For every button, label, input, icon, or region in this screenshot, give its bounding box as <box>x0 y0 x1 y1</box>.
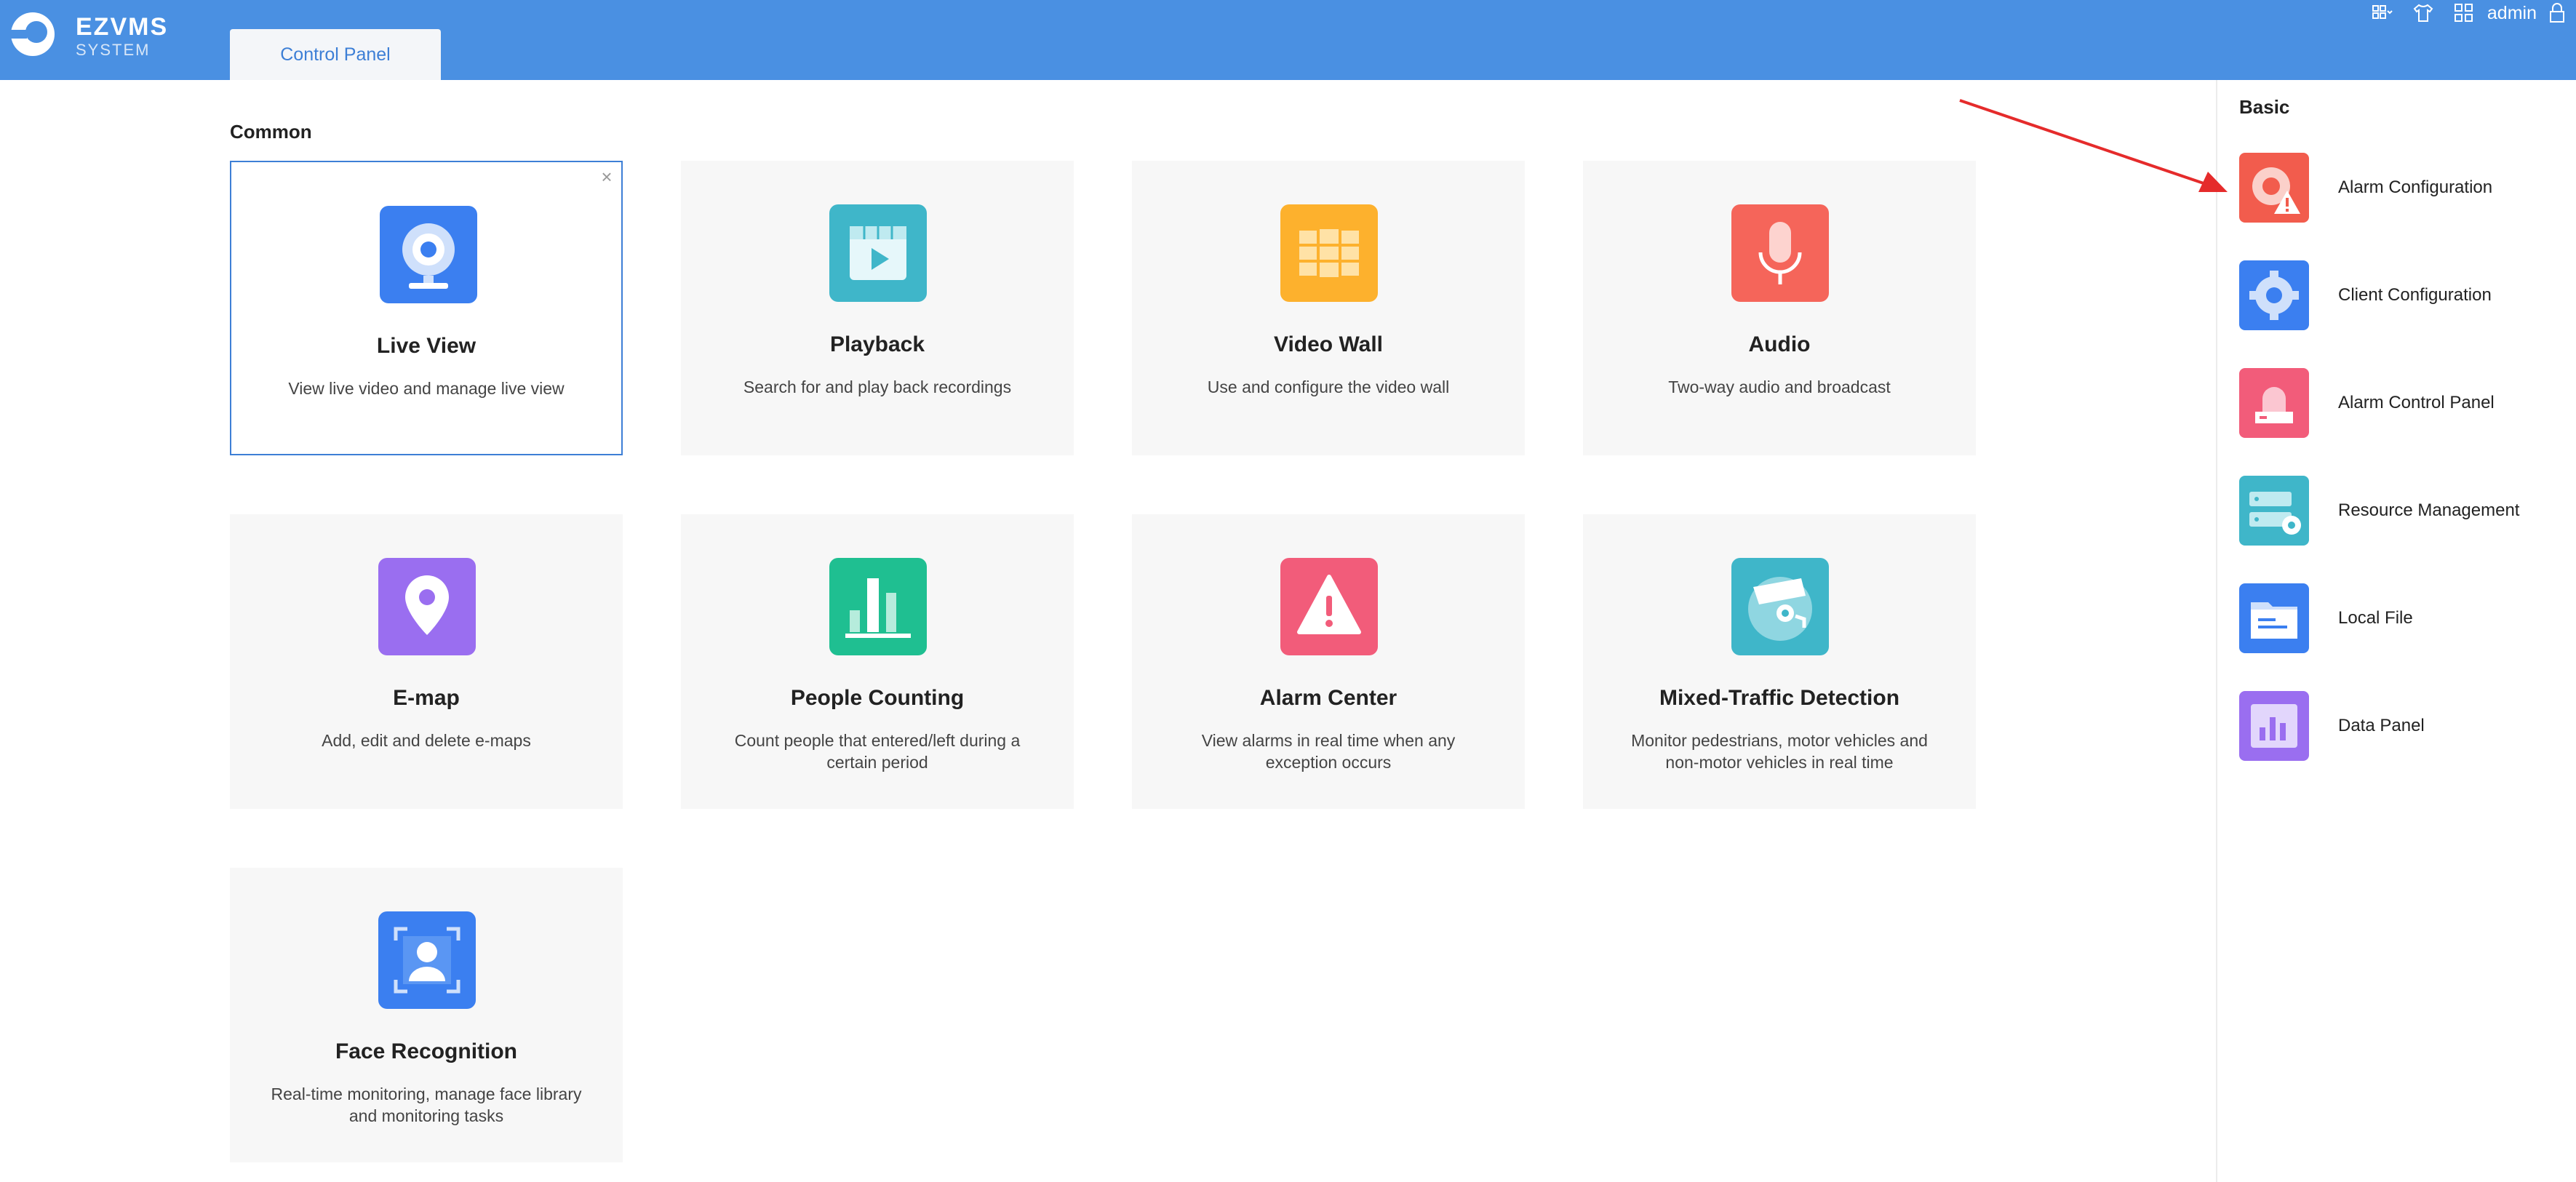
basic-item-client-configuration[interactable]: Client Configuration <box>2239 259 2567 332</box>
card-description: Search for and play back recordings <box>743 378 1012 396</box>
card-description: Monitor pedestrians, motor vehicles and … <box>1631 731 1928 772</box>
alarm-panel-icon <box>2239 368 2309 438</box>
card-description: Real-time monitoring, manage face librar… <box>271 1085 582 1125</box>
basic-item-label: Local File <box>2338 608 2413 628</box>
brand: EZVMS SYSTEM <box>76 13 168 60</box>
close-icon[interactable]: × <box>598 167 615 186</box>
card-description: View alarms in real time when any except… <box>1201 731 1456 772</box>
card-playback[interactable]: Playback Search for and play back record… <box>681 161 1074 455</box>
alarm-config-icon <box>2239 153 2309 223</box>
card-title: Alarm Center <box>1259 686 1397 710</box>
microphone-icon <box>1731 204 1829 302</box>
playback-icon <box>829 204 927 302</box>
basic-panel-title: Basic <box>2239 96 2290 118</box>
basic-item-alarm-control-panel[interactable]: Alarm Control Panel <box>2239 367 2567 439</box>
card-mixed-traffic-detection[interactable]: Mixed-Traffic Detection Monitor pedestri… <box>1583 514 1976 809</box>
layout-icon[interactable] <box>2449 1 2479 25</box>
card-face-recognition[interactable]: Face Recognition Real-time monitoring, m… <box>230 868 623 1162</box>
annotation-arrow-icon <box>1959 99 2228 192</box>
face-icon <box>378 911 476 1009</box>
basic-item-label: Alarm Control Panel <box>2338 393 2495 412</box>
user-name[interactable]: admin <box>2487 3 2537 24</box>
basic-item-local-file[interactable]: Local File <box>2239 582 2567 655</box>
card-live-view[interactable]: × Live View View live video and manage l… <box>230 161 623 455</box>
card-description: View live video and manage live view <box>288 379 565 398</box>
basic-item-label: Alarm Configuration <box>2338 177 2493 197</box>
card-alarm-center[interactable]: Alarm Center View alarms in real time wh… <box>1132 514 1525 809</box>
card-title: Video Wall <box>1273 332 1384 356</box>
card-title: People Counting <box>790 686 965 710</box>
basic-item-label: Client Configuration <box>2338 285 2492 305</box>
card-description: Add, edit and delete e-maps <box>322 731 531 750</box>
card-title: Mixed-Traffic Detection <box>1659 686 1900 710</box>
logo-icon <box>11 12 55 56</box>
lock-icon[interactable] <box>2548 2 2566 24</box>
card-title: Playback <box>829 332 925 356</box>
card-people-counting[interactable]: People Counting Count people that entere… <box>681 514 1074 809</box>
folder-icon <box>2239 583 2309 653</box>
basic-panel: Basic Alarm Configuration Client Configu… <box>2216 80 2576 1182</box>
card-e-map[interactable]: E-map Add, edit and delete e-maps <box>230 514 623 809</box>
brand-name: EZVMS <box>76 13 169 41</box>
card-title: E-map <box>393 686 460 710</box>
resource-icon <box>2239 476 2309 546</box>
gear-icon <box>2239 260 2309 330</box>
basic-item-resource-management[interactable]: Resource Management <box>2239 474 2567 547</box>
grid-menu-icon[interactable] <box>2368 1 2397 25</box>
basic-item-label: Data Panel <box>2338 716 2425 735</box>
card-title: Audio <box>1748 332 1811 356</box>
data-panel-icon <box>2239 691 2309 761</box>
warning-icon <box>1280 558 1378 655</box>
traffic-camera-icon <box>1731 558 1829 655</box>
tab-control-panel[interactable]: Control Panel <box>230 29 441 80</box>
card-description: Two-way audio and broadcast <box>1668 378 1891 396</box>
bar-chart-icon <box>829 558 927 655</box>
video-wall-icon <box>1280 204 1378 302</box>
card-video-wall[interactable]: Video Wall Use and configure the video w… <box>1132 161 1525 455</box>
basic-item-label: Resource Management <box>2338 500 2520 520</box>
card-description: Count people that entered/left during a … <box>734 731 1021 772</box>
brand-subtitle: SYSTEM <box>76 41 151 59</box>
card-audio[interactable]: Audio Two-way audio and broadcast <box>1583 161 1976 455</box>
top-bar: EZVMS SYSTEM Control Panel admin <box>0 0 2576 80</box>
card-description: Use and configure the video wall <box>1207 378 1450 396</box>
header-toolbar: admin <box>2356 0 2576 26</box>
section-title-common: Common <box>230 121 312 143</box>
basic-item-data-panel[interactable]: Data Panel <box>2239 690 2567 762</box>
map-pin-icon <box>378 558 476 655</box>
camera-icon <box>380 206 477 303</box>
basic-item-alarm-configuration[interactable]: Alarm Configuration <box>2239 151 2567 224</box>
shirt-icon[interactable] <box>2409 1 2438 25</box>
card-title: Live View <box>376 334 476 358</box>
card-title: Face Recognition <box>335 1039 518 1063</box>
